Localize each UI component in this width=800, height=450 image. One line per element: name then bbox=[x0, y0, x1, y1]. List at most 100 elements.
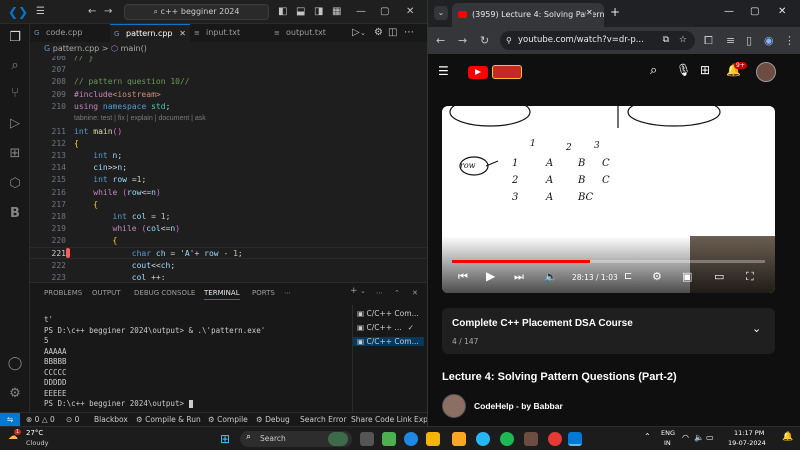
chrome-menu-icon[interactable]: ⋮ bbox=[784, 27, 795, 54]
settings-gear-icon[interactable]: ⚙ bbox=[652, 270, 662, 283]
forward-icon[interactable]: → bbox=[104, 0, 112, 24]
tab-search-icon[interactable]: ⌄ bbox=[434, 6, 448, 20]
maximize-icon[interactable]: ▢ bbox=[750, 6, 759, 17]
terminal-item[interactable]: ▣ C/C++ ... ✓ bbox=[357, 323, 414, 332]
side-panel-icon[interactable]: ▯ bbox=[746, 27, 752, 54]
guide-menu-icon[interactable]: ☰ bbox=[438, 64, 449, 78]
code-line[interactable]: col ++; bbox=[74, 273, 166, 280]
back-icon[interactable]: ← bbox=[88, 0, 96, 24]
code-line[interactable]: { bbox=[74, 139, 79, 148]
app-red-icon[interactable] bbox=[548, 432, 562, 446]
terminal-output[interactable]: t' PS D:\c++ begginer 2024\output> & .\'p… bbox=[44, 315, 349, 410]
breadcrumb-symbol[interactable]: main() bbox=[121, 44, 147, 53]
chrome-taskbar-icon[interactable] bbox=[426, 432, 440, 446]
share-code-link-button[interactable]: Share Code Link bbox=[351, 413, 412, 426]
blackbox-status[interactable]: Blackbox bbox=[94, 413, 128, 426]
back-icon[interactable]: ← bbox=[436, 27, 445, 54]
close-window-icon[interactable]: ✕ bbox=[778, 6, 786, 17]
playlist-panel[interactable]: Complete C++ Placement DSA Course 4 / 14… bbox=[442, 308, 775, 354]
tab-input-txt[interactable]: ≡ input.txt bbox=[190, 24, 270, 42]
subtitles-icon[interactable]: ⊏ bbox=[624, 271, 632, 282]
search-icon[interactable]: ⌕ bbox=[7, 58, 23, 74]
taskbar-search[interactable]: ⌕ Search bbox=[240, 431, 352, 447]
account-icon[interactable]: ◯ bbox=[7, 356, 23, 372]
code-line[interactable]: int col = 1; bbox=[74, 212, 171, 221]
clock-time[interactable]: 11:17 PM bbox=[734, 429, 764, 437]
code-line[interactable]: while (row<=n) bbox=[74, 188, 161, 197]
problems-status[interactable]: ⊗ 0 △ 0 bbox=[26, 413, 55, 426]
language-indicator[interactable]: ENG bbox=[661, 429, 675, 437]
toggle-panel-icon[interactable]: ⬓ bbox=[296, 0, 305, 24]
chevron-down-icon[interactable]: ⌄ bbox=[752, 322, 761, 335]
layout-icon[interactable]: ▦ bbox=[332, 0, 341, 24]
debug-button[interactable]: ⚙ Debug bbox=[256, 413, 290, 426]
code-line[interactable]: while (col<=n) bbox=[74, 224, 181, 233]
status-exp[interactable]: Exp bbox=[414, 413, 428, 426]
explorer-icon[interactable]: ❐ bbox=[7, 30, 23, 46]
tab-output-txt[interactable]: ≡ output.txt bbox=[270, 24, 350, 42]
remote-icon[interactable]: ⇋ bbox=[0, 413, 20, 426]
code-line[interactable]: cin>>n; bbox=[74, 163, 127, 172]
spotify-icon[interactable] bbox=[500, 432, 514, 446]
search-icon[interactable]: ⌕ bbox=[650, 63, 657, 78]
extensions-icon[interactable]: ⧠ bbox=[704, 27, 713, 54]
play-icon[interactable]: ▶ bbox=[486, 269, 495, 283]
code-line[interactable]: int row =1; bbox=[74, 175, 146, 184]
code-line[interactable]: // pattern question 10// bbox=[74, 77, 190, 86]
extensions-icon[interactable]: ⊞ bbox=[7, 146, 23, 162]
compile-button[interactable]: ⚙ Compile bbox=[208, 413, 248, 426]
toggle-sidebar-icon[interactable]: ◧ bbox=[278, 0, 287, 24]
panel-more-icon[interactable]: ⋯ bbox=[284, 289, 291, 297]
tab-ports[interactable]: PORTS bbox=[252, 289, 275, 297]
theater-mode-icon[interactable]: ▭ bbox=[714, 270, 724, 283]
search-error-button[interactable]: Search Error bbox=[300, 413, 346, 426]
compile-run-button[interactable]: ⚙ Compile & Run bbox=[136, 413, 201, 426]
volume-icon[interactable]: 🔈 bbox=[544, 270, 558, 283]
next-icon[interactable]: ⏭ bbox=[514, 270, 524, 284]
progress-track[interactable] bbox=[452, 260, 765, 263]
file-explorer-icon[interactable] bbox=[452, 432, 466, 446]
settings-gear-icon[interactable]: ⚙ bbox=[7, 386, 23, 402]
blackbox-icon[interactable]: B bbox=[7, 206, 23, 222]
new-terminal-icon[interactable]: + bbox=[350, 286, 358, 296]
avatar[interactable] bbox=[756, 62, 776, 82]
wifi-icon[interactable]: ◠ bbox=[682, 433, 689, 442]
battery-icon[interactable]: ▭ bbox=[706, 433, 714, 442]
code-line[interactable]: #include<iostream> bbox=[74, 90, 161, 99]
toggle-secondary-sidebar-icon[interactable]: ◨ bbox=[314, 0, 323, 24]
run-debug-icon[interactable]: ▷ bbox=[7, 116, 23, 132]
vscode-taskbar-icon[interactable] bbox=[568, 432, 582, 446]
channel-name[interactable]: CodeHelp - by Babbar bbox=[474, 401, 563, 411]
code-line[interactable]: char ch = 'A'+ row - 1; bbox=[74, 249, 243, 258]
ports-status[interactable]: ⊙ 0 bbox=[66, 413, 79, 426]
bookmark-star-icon[interactable]: ☆ bbox=[679, 31, 687, 50]
reading-list-icon[interactable]: ≡ bbox=[726, 27, 735, 54]
close-tab-icon[interactable]: ✕ bbox=[586, 8, 593, 17]
tab-code-cpp[interactable]: Gcode.cpp bbox=[30, 24, 110, 42]
tab-terminal[interactable]: TERMINAL bbox=[204, 289, 240, 300]
youtube-doodle-logo[interactable] bbox=[492, 65, 522, 79]
new-tab-icon[interactable]: + bbox=[610, 5, 620, 19]
breadcrumb-file[interactable]: pattern.cpp bbox=[53, 44, 100, 53]
code-line[interactable]: { bbox=[74, 200, 98, 209]
tab-problems[interactable]: PROBLEMS bbox=[44, 289, 82, 297]
forward-icon[interactable]: → bbox=[458, 27, 467, 54]
fullscreen-icon[interactable]: ⛶ bbox=[746, 270, 754, 284]
create-video-icon[interactable]: ⊞ bbox=[700, 63, 710, 77]
profile-icon[interactable]: ◉ bbox=[764, 27, 774, 54]
reload-icon[interactable]: ↻ bbox=[480, 27, 489, 54]
code-editor[interactable]: 206 // } 207 208 // pattern question 10// 209… bbox=[30, 56, 427, 280]
notification-center-icon[interactable]: 🔔 bbox=[782, 432, 793, 442]
telegram-icon[interactable] bbox=[476, 432, 490, 446]
close-panel-icon[interactable]: ✕ bbox=[412, 289, 418, 297]
show-hidden-icons[interactable]: ⌃ bbox=[644, 432, 651, 441]
source-control-icon[interactable]: ⑂ bbox=[7, 86, 23, 102]
terminal-item[interactable]: ▣ C/C++ Com... bbox=[357, 309, 419, 318]
task-view-icon[interactable] bbox=[360, 432, 374, 446]
code-line[interactable]: using namespace std; bbox=[74, 102, 170, 111]
weather-temp[interactable]: 27°C bbox=[26, 429, 43, 437]
panel-ellipsis-icon[interactable]: ⋯ bbox=[376, 289, 383, 297]
browser-tab-youtube[interactable]: (3959) Lecture 4: Solving Pattern Q bbox=[452, 3, 604, 27]
tabnine-codelens[interactable]: tabnine: test | fix | explain | document… bbox=[74, 115, 206, 122]
close-tab-icon[interactable]: ✕ bbox=[179, 25, 186, 43]
